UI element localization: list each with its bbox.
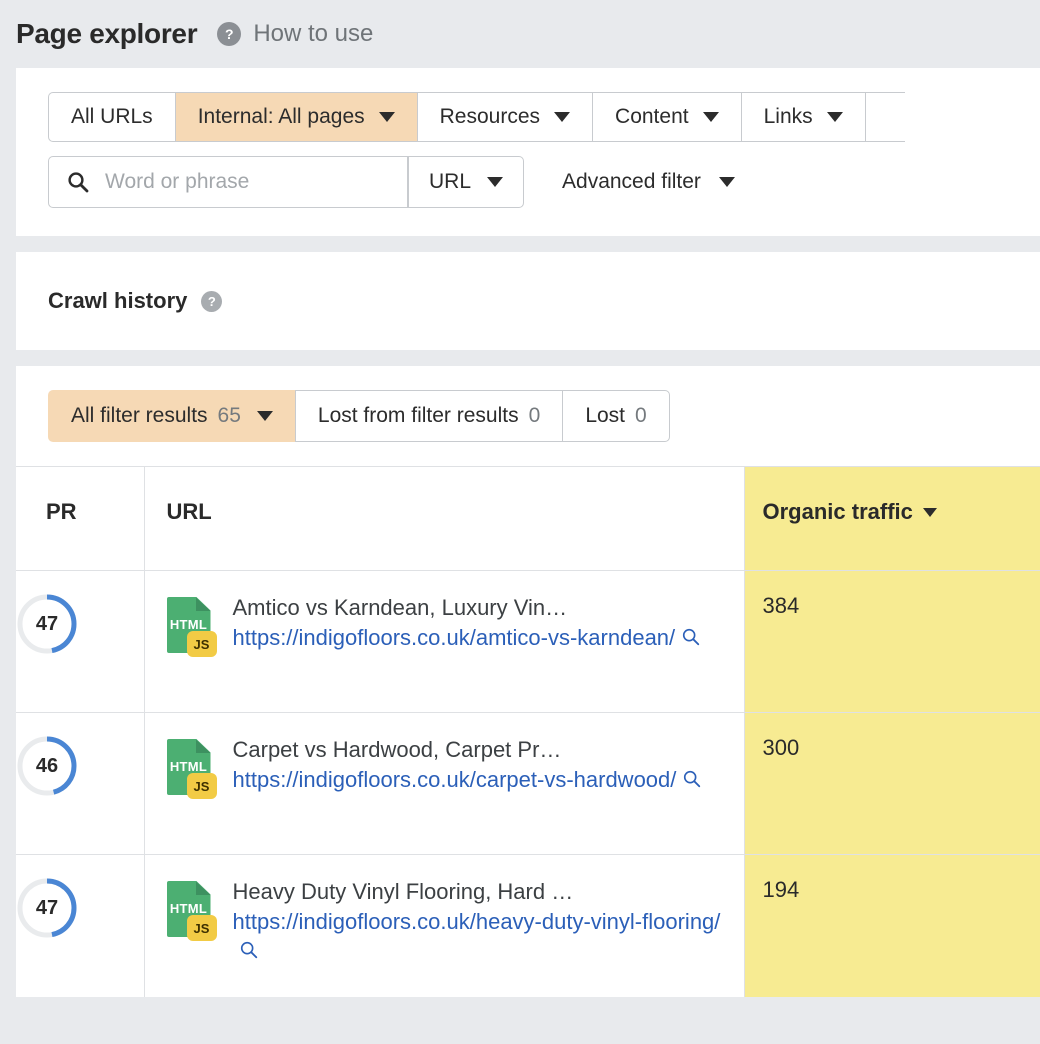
cell-url: HTML JS Carpet vs Hardwood, Carpet Pr… h… [144,713,744,855]
tab-resources[interactable]: Resources [417,92,592,142]
tab-label: All filter results [71,404,208,428]
tab-links[interactable]: Links [741,92,865,142]
column-header-label: Organic traffic [763,499,913,525]
section-gap [0,350,1040,366]
chevron-down-icon [827,112,843,122]
page-header: Page explorer ? How to use [0,0,1040,68]
file-type-label: HTML [167,759,211,774]
tab-label: Resources [440,105,540,129]
chevron-down-icon [703,112,719,122]
file-type-label: HTML [167,901,211,916]
search-scope-label: URL [429,170,471,194]
crawl-history-title: Crawl history [48,288,187,314]
tab-label: Internal: All pages [198,105,365,129]
table-header-row: PR URL Organic traffic [16,467,1040,571]
page-url-link[interactable]: https://indigofloors.co.uk/amtico-vs-kar… [233,623,734,653]
tab-all-filter-results[interactable]: All filter results 65 [48,390,295,442]
tab-label: Lost [585,404,625,428]
tab-internal-all-pages[interactable]: Internal: All pages [175,92,417,142]
js-badge-icon: JS [187,773,217,799]
chevron-down-icon [487,177,503,187]
html-file-icon: HTML JS [167,597,215,655]
page-url-link[interactable]: https://indigofloors.co.uk/heavy-duty-vi… [233,907,734,966]
url-text: https://indigofloors.co.uk/heavy-duty-vi… [233,909,721,934]
tab-lost[interactable]: Lost 0 [562,390,669,442]
column-header-url[interactable]: URL [144,467,744,571]
tab-all-urls[interactable]: All URLs [48,92,175,142]
pr-gauge: 47 [16,593,78,655]
search-row: URL Advanced filter [48,156,1040,208]
chevron-down-icon [257,411,273,421]
cell-url: HTML JS Amtico vs Karndean, Luxury Vin… … [144,571,744,713]
page-title: Page explorer [16,18,197,50]
results-tabs: All filter results 65 Lost from filter r… [48,390,1040,442]
tab-label: Lost from filter results [318,404,519,428]
cell-organic-traffic: 194 [744,855,1040,997]
table-body: 47 HTML JS Amtico vs Karndean, Luxury Vi… [16,571,1040,997]
column-header-organic-traffic[interactable]: Organic traffic [744,467,1040,571]
filter-panel: All URLs Internal: All pages Resources C… [16,68,1040,236]
pr-gauge: 47 [16,877,78,939]
js-badge-icon: JS [187,915,217,941]
search-icon[interactable] [239,940,259,960]
chevron-down-icon [379,112,395,122]
table-row[interactable]: 47 HTML JS Amtico vs Karndean, Luxury Vi… [16,571,1040,713]
url-text: https://indigofloors.co.uk/amtico-vs-kar… [233,625,676,650]
page-title-text: Amtico vs Karndean, Luxury Vin… [233,593,734,623]
tab-lost-from-filter-results[interactable]: Lost from filter results 0 [295,390,562,442]
column-header-label: URL [167,499,212,525]
question-mark-icon[interactable]: ? [217,22,241,46]
question-mark-icon[interactable]: ? [201,291,222,312]
table-row[interactable]: 47 HTML JS Heavy Duty Vinyl Flooring, Ha… [16,855,1040,997]
url-scope-tabs: All URLs Internal: All pages Resources C… [48,92,1040,142]
search-box[interactable] [48,156,408,208]
cell-pr: 46 [16,713,144,855]
tab-count: 65 [218,404,241,428]
table-row[interactable]: 46 HTML JS Carpet vs Hardwood, Carpet Pr… [16,713,1040,855]
cell-organic-traffic: 300 [744,713,1040,855]
search-scope-select[interactable]: URL [408,156,524,208]
column-header-label: PR [46,499,77,525]
pr-gauge: 46 [16,735,78,797]
results-panel: All filter results 65 Lost from filter r… [16,366,1040,997]
tab-overflow[interactable] [865,92,905,142]
page-title-text: Heavy Duty Vinyl Flooring, Hard … [233,877,734,907]
tab-label: All URLs [71,105,153,129]
url-text: https://indigofloors.co.uk/carpet-vs-har… [233,767,677,792]
tab-count: 0 [635,404,647,428]
html-file-icon: HTML JS [167,739,215,797]
results-table: PR URL Organic traffic [16,466,1040,997]
tab-count: 0 [529,404,541,428]
advanced-filter-label: Advanced filter [562,170,701,194]
pr-value: 47 [16,593,78,655]
cell-url: HTML JS Heavy Duty Vinyl Flooring, Hard … [144,855,744,997]
tab-label: Content [615,105,689,129]
chevron-down-icon [719,177,735,187]
js-badge-icon: JS [187,631,217,657]
section-gap [0,236,1040,252]
search-icon[interactable] [681,627,701,647]
how-to-use-link[interactable]: How to use [253,20,373,48]
advanced-filter-button[interactable]: Advanced filter [562,170,735,194]
search-icon [67,171,89,193]
file-type-label: HTML [167,617,211,632]
column-header-pr[interactable]: PR [16,467,144,571]
page-title-text: Carpet vs Hardwood, Carpet Pr… [233,735,734,765]
cell-organic-traffic: 384 [744,571,1040,713]
crawl-history-panel: Crawl history ? [16,252,1040,350]
pr-value: 46 [16,735,78,797]
pr-value: 47 [16,877,78,939]
cell-pr: 47 [16,855,144,997]
tab-label: Links [764,105,813,129]
page-url-link[interactable]: https://indigofloors.co.uk/carpet-vs-har… [233,765,734,795]
html-file-icon: HTML JS [167,881,215,939]
sort-descending-icon [923,508,937,517]
search-icon[interactable] [682,769,702,789]
chevron-down-icon [554,112,570,122]
search-input[interactable] [105,170,385,194]
tab-content[interactable]: Content [592,92,741,142]
cell-pr: 47 [16,571,144,713]
